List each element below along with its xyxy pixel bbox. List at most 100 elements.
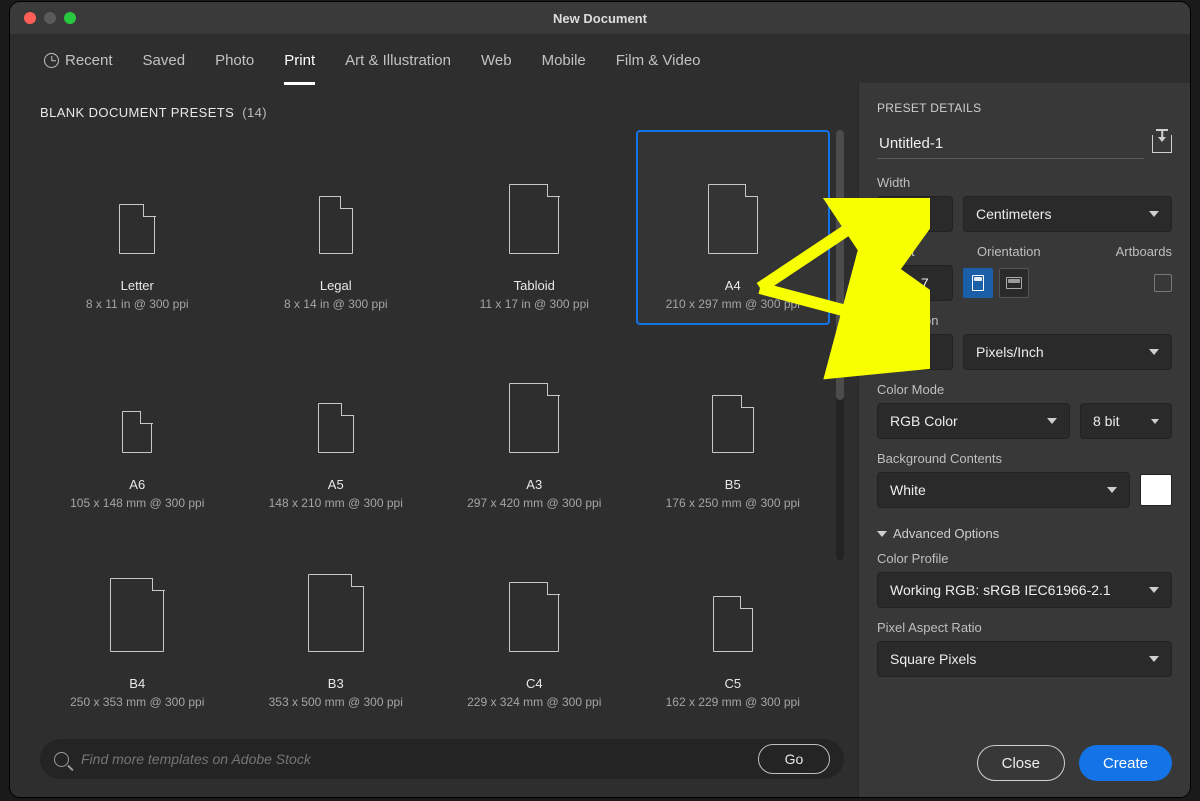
page-icon bbox=[509, 184, 559, 254]
colormode-label: Color Mode bbox=[877, 382, 1172, 397]
advanced-options-toggle[interactable]: Advanced Options bbox=[877, 526, 1172, 541]
details-title: PRESET DETAILS bbox=[877, 101, 1172, 115]
tab-label: Photo bbox=[215, 52, 254, 69]
new-document-dialog: New Document Recent Saved Photo Print Ar… bbox=[10, 2, 1190, 797]
preset-sub: 210 x 297 mm @ 300 ppi bbox=[666, 297, 800, 311]
page-icon bbox=[308, 574, 364, 652]
zoom-window-icon[interactable] bbox=[64, 12, 76, 24]
tab-film-video[interactable]: Film & Video bbox=[616, 52, 701, 83]
height-input[interactable] bbox=[877, 265, 953, 301]
preset-card[interactable]: B5176 x 250 mm @ 300 ppi bbox=[636, 329, 831, 524]
preset-sub: 148 x 210 mm @ 300 ppi bbox=[269, 496, 403, 510]
close-window-icon[interactable] bbox=[24, 12, 36, 24]
preset-card[interactable]: A6105 x 148 mm @ 300 ppi bbox=[40, 329, 235, 524]
chevron-down-icon bbox=[1151, 419, 1159, 424]
tab-print[interactable]: Print bbox=[284, 52, 315, 83]
preset-name: Tabloid bbox=[514, 278, 555, 293]
tab-art-illustration[interactable]: Art & Illustration bbox=[345, 52, 451, 83]
tab-label: Film & Video bbox=[616, 52, 701, 69]
preset-card[interactable]: Legal 8 x 14 in @ 300 ppi bbox=[239, 130, 434, 325]
preset-sub: 353 x 500 mm @ 300 ppi bbox=[269, 695, 403, 709]
window-title: New Document bbox=[10, 11, 1190, 26]
tab-label: Print bbox=[284, 52, 315, 69]
scrollbar-thumb[interactable] bbox=[836, 130, 844, 400]
preset-card[interactable]: C5162 x 229 mm @ 300 ppi bbox=[636, 528, 831, 723]
preset-name: C4 bbox=[526, 676, 543, 691]
chevron-down-icon bbox=[877, 531, 887, 537]
preset-scrollbar[interactable] bbox=[836, 130, 844, 560]
orientation-landscape-button[interactable] bbox=[999, 268, 1029, 298]
page-icon bbox=[122, 411, 152, 453]
preset-card[interactable]: Letter 8 x 11 in @ 300 ppi bbox=[40, 130, 235, 325]
tab-label: Web bbox=[481, 52, 512, 69]
preset-sub: 8 x 14 in @ 300 ppi bbox=[284, 297, 388, 311]
width-label: Width bbox=[877, 175, 1172, 190]
minimize-window-icon[interactable] bbox=[44, 12, 56, 24]
bgcontents-select[interactable]: White bbox=[877, 472, 1130, 508]
page-icon bbox=[319, 196, 353, 254]
tab-web[interactable]: Web bbox=[481, 52, 512, 83]
search-input[interactable] bbox=[81, 751, 744, 767]
preset-name: C5 bbox=[724, 676, 741, 691]
page-icon bbox=[708, 184, 758, 254]
preset-card[interactable]: A3 297 x 420 mm @ 300 ppi bbox=[437, 329, 632, 524]
preset-card[interactable]: Tabloid11 x 17 in @ 300 ppi bbox=[437, 130, 632, 325]
preset-card[interactable]: B3353 x 500 mm @ 300 ppi bbox=[239, 528, 434, 723]
par-select[interactable]: Square Pixels bbox=[877, 641, 1172, 677]
preset-card[interactable]: A4210 x 297 mm @ 300 ppi bbox=[636, 130, 831, 325]
create-button[interactable]: Create bbox=[1079, 745, 1172, 781]
category-tabs: Recent Saved Photo Print Art & Illustrat… bbox=[10, 34, 1190, 83]
preset-card[interactable]: B4 250 x 353 mm @ 300 ppi bbox=[40, 528, 235, 723]
page-icon bbox=[712, 395, 754, 453]
units-value: Centimeters bbox=[976, 206, 1051, 222]
preset-card[interactable]: C4229 x 324 mm @ 300 ppi bbox=[437, 528, 632, 723]
tab-photo[interactable]: Photo bbox=[215, 52, 254, 83]
tab-recent[interactable]: Recent bbox=[44, 52, 113, 83]
preset-name: A3 bbox=[526, 477, 542, 492]
bitdepth-select[interactable]: 8 bit bbox=[1080, 403, 1172, 439]
resolution-units-value: Pixels/Inch bbox=[976, 344, 1044, 360]
landscape-icon bbox=[1006, 277, 1022, 289]
tab-mobile[interactable]: Mobile bbox=[542, 52, 586, 83]
preset-name: A5 bbox=[328, 477, 344, 492]
window-controls bbox=[10, 12, 76, 24]
recent-icon bbox=[44, 53, 59, 68]
close-button[interactable]: Close bbox=[977, 745, 1065, 781]
preset-sub: 8 x 11 in @ 300 ppi bbox=[86, 297, 189, 311]
artboards-checkbox[interactable] bbox=[1154, 274, 1172, 292]
colorprofile-select[interactable]: Working RGB: sRGB IEC61966-2.1 bbox=[877, 572, 1172, 608]
save-preset-icon[interactable] bbox=[1152, 135, 1172, 153]
units-select[interactable]: Centimeters bbox=[963, 196, 1172, 232]
page-icon bbox=[318, 403, 354, 453]
bgcolor-swatch[interactable] bbox=[1140, 474, 1172, 506]
preset-grid: Letter 8 x 11 in @ 300 ppi Legal 8 x 14 in … bbox=[40, 130, 830, 723]
tab-label: Mobile bbox=[542, 52, 586, 69]
dialog-footer: Close Create bbox=[877, 727, 1172, 781]
preset-card[interactable]: A5 148 x 210 mm @ 300 ppi bbox=[239, 329, 434, 524]
resolution-input[interactable] bbox=[877, 334, 953, 370]
colormode-select[interactable]: RGB Color bbox=[877, 403, 1070, 439]
artboards-label: Artboards bbox=[1116, 244, 1172, 259]
width-input[interactable] bbox=[877, 196, 953, 232]
resolution-units-select[interactable]: Pixels/Inch bbox=[963, 334, 1172, 370]
advanced-label: Advanced Options bbox=[893, 526, 999, 541]
par-value: Square Pixels bbox=[890, 651, 976, 667]
colormode-value: RGB Color bbox=[890, 413, 958, 429]
chevron-down-icon bbox=[1107, 487, 1117, 493]
preset-name: B4 bbox=[129, 676, 145, 691]
portrait-icon bbox=[972, 275, 984, 291]
tab-label: Recent bbox=[65, 52, 113, 69]
bitdepth-value: 8 bit bbox=[1093, 413, 1119, 429]
resolution-label: Resolution bbox=[877, 313, 1172, 328]
preset-name: A6 bbox=[129, 477, 145, 492]
orientation-portrait-button[interactable] bbox=[963, 268, 993, 298]
preset-sub: 250 x 353 mm @ 300 ppi bbox=[70, 695, 204, 709]
preset-sub: 297 x 420 mm @ 300 ppi bbox=[467, 496, 601, 510]
search-go-button[interactable]: Go bbox=[758, 744, 830, 774]
tab-label: Saved bbox=[143, 52, 186, 69]
bgcontents-label: Background Contents bbox=[877, 451, 1172, 466]
tab-saved[interactable]: Saved bbox=[143, 52, 186, 83]
preset-name: Legal bbox=[320, 278, 352, 293]
document-name-input[interactable] bbox=[877, 129, 1144, 159]
preset-name: Letter bbox=[121, 278, 154, 293]
